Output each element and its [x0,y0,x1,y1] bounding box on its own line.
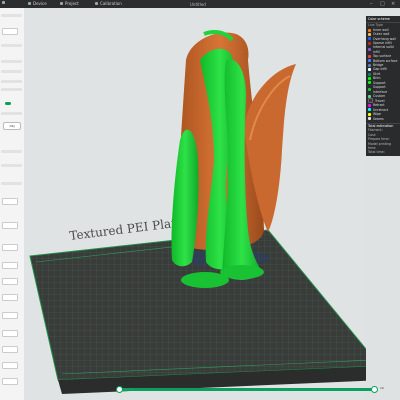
sidebar-row[interactable] [1,88,22,91]
legend-swatch [368,28,371,32]
sidebar-field[interactable] [2,294,18,301]
sidebar-field[interactable] [2,346,18,353]
legend-item[interactable]: Internal solid infill [366,45,400,54]
sidebar-field[interactable] [2,198,18,205]
title-bar: Device Project Calibration Untitled – □ … [0,0,400,8]
legend-swatch [368,76,371,80]
tab-project[interactable]: Project [60,1,79,6]
project-icon [60,2,63,5]
legend-swatch [368,94,371,98]
sidebar-field[interactable] [2,222,18,229]
sidebar-row[interactable] [1,14,22,17]
legend-item[interactable]: Seams [366,117,400,121]
legend-title: Color scheme [366,16,400,24]
legend-swatch [368,88,371,91]
sidebar-row[interactable] [1,80,22,83]
tab-calibration[interactable]: Calibration [95,1,122,6]
legend-swatch [368,37,371,41]
legend-item[interactable]: Support interface [366,85,400,94]
sidebar-panel: Obj [0,8,25,400]
calibration-icon [95,2,98,5]
sidebar-field[interactable] [2,362,18,369]
legend-item-label: Seams [373,116,384,121]
close-icon[interactable]: × [391,1,395,7]
legend-swatch [368,81,371,85]
app-icon [2,1,5,4]
legend-swatch [368,72,371,76]
sidebar-field[interactable] [2,378,18,385]
sidebar-field[interactable] [2,330,18,337]
legend-swatch [368,112,371,116]
maximize-icon[interactable]: □ [380,1,385,7]
legend-item-label: Support interface [373,85,388,94]
minimize-icon[interactable]: – [370,1,373,7]
legend-swatch [368,41,371,45]
legend-swatch [368,63,371,67]
sidebar-button[interactable]: Obj [3,122,21,130]
legend-swatch [368,32,371,36]
layer-slider-label: 16 [380,386,384,390]
sidebar-row[interactable] [1,182,22,185]
layer-slider-track[interactable] [118,388,374,391]
sidebar-field[interactable] [2,244,18,251]
3d-viewport[interactable]: Textured PEI Plate [24,8,366,400]
tab-project-label: Project [65,1,79,6]
sidebar-row[interactable] [1,150,22,153]
sidebar-field[interactable] [2,28,18,35]
sidebar-row[interactable] [1,44,22,47]
legend-swatch [368,104,371,108]
legend-swatch [368,54,371,58]
legend-swatch [368,117,371,121]
tab-device[interactable]: Device [28,1,47,6]
estimation-row: Model printing time: [368,141,392,150]
legend-item-label: Internal solid infill [373,45,394,54]
legend-swatch [368,108,371,112]
tab-device-label: Device [33,1,47,6]
estimation-row: Total time: [368,150,385,155]
window-title: Untitled [190,2,206,7]
sidebar-field[interactable] [2,262,18,269]
legend-swatch [368,59,371,63]
tab-calibration-label: Calibration [100,1,122,6]
sidebar-row[interactable] [1,164,22,167]
sidebar-field[interactable] [2,312,18,319]
app-menu[interactable] [2,1,5,4]
legend-swatch [368,48,371,52]
sidebar-toggle[interactable] [5,102,11,105]
sidebar-row[interactable] [1,70,22,73]
layer-slider-start-handle[interactable] [116,386,123,393]
device-icon [28,2,31,5]
legend-panel: Color scheme Line Type Inner wall Outer … [366,16,400,156]
legend-swatch [368,68,371,72]
sidebar-row[interactable] [1,112,22,115]
layer-slider-end-handle[interactable] [371,386,378,393]
support-base-right [220,265,264,279]
sidebar-row[interactable] [1,60,22,63]
sidebar-field[interactable] [2,278,18,285]
